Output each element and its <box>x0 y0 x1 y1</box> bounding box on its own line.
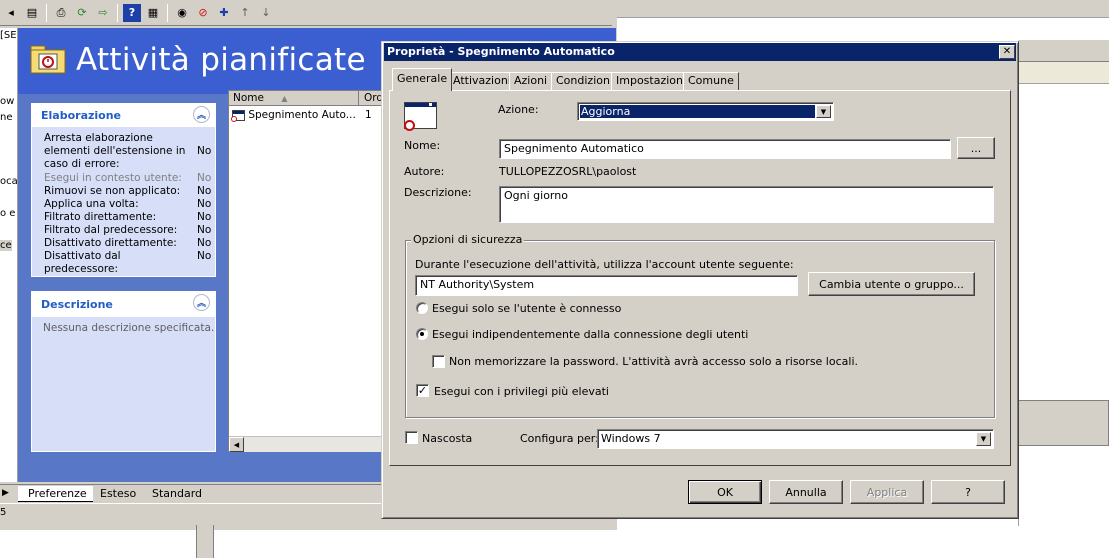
collapse-icon[interactable]: ︽ <box>193 106 210 123</box>
column-header-name[interactable]: Nome ▲ <box>229 91 359 106</box>
list-header: Nome ▲ Ord <box>229 91 383 106</box>
section-title: Descrizione <box>41 297 113 311</box>
collapse-icon[interactable]: ︽ <box>193 294 210 311</box>
scroll-left-icon[interactable]: ◀ <box>229 437 244 452</box>
toolbar-separator <box>167 3 168 22</box>
info-row: Arresta elaborazione elementi dell'esten… <box>44 132 212 170</box>
background-window-edge <box>1018 40 1109 62</box>
background-window-edge <box>1018 62 1109 84</box>
help-icon[interactable]: ? <box>123 3 141 22</box>
run-icon[interactable]: ◉ <box>173 4 191 22</box>
tab-scroll-icon[interactable]: ▶ <box>2 486 9 502</box>
chevron-down-icon[interactable]: ▼ <box>976 432 991 446</box>
tree-fragment: o e <box>0 208 16 219</box>
chevron-down-icon[interactable]: ▼ <box>816 105 831 118</box>
tab-triggers[interactable]: Attivazioni <box>448 72 516 90</box>
ok-button[interactable]: OK <box>688 480 762 504</box>
cancel-button[interactable]: Annulla <box>769 480 843 504</box>
account-prompt: Durante l'esecuzione dell'attività, util… <box>415 258 794 271</box>
up-icon[interactable]: ↑ <box>236 4 254 22</box>
status-text: 5 <box>0 507 7 518</box>
name-label: Nome: <box>404 139 441 152</box>
properties-icon[interactable]: ▤ <box>23 4 41 22</box>
description-section-header[interactable]: Descrizione ︽ <box>31 291 216 317</box>
toolbar: ◂ ▤ ⎙ ⟳ ⇨ ? ▦ ◉ ⊘ ✚ ↑ ↓ <box>0 0 612 26</box>
toolbar-separator <box>46 3 47 22</box>
configure-for-value: Windows 7 <box>601 432 661 445</box>
description-label: Descrizione: <box>404 186 472 199</box>
export-icon[interactable]: ⇨ <box>94 4 112 22</box>
apply-button[interactable]: Applica <box>850 480 924 504</box>
task-name: Spegnimento Auto... <box>248 109 356 121</box>
author-value: TULLOPEZZOSRL\paolost <box>499 165 637 178</box>
action-select[interactable]: Aggiorna ▼ <box>577 102 834 121</box>
action-select-value: Aggiorna <box>580 105 815 118</box>
tab-conditions[interactable]: Condizioni <box>551 72 619 90</box>
tree-fragment: [SE <box>0 30 17 41</box>
tree-fragment: ne <box>0 112 13 123</box>
configure-for-select[interactable]: Windows 7 ▼ <box>597 429 994 449</box>
print-icon[interactable]: ⎙ <box>52 4 70 22</box>
refresh-icon[interactable]: ⟳ <box>73 4 91 22</box>
description-text: Nessuna descrizione specificata. <box>43 322 215 334</box>
hidden-label[interactable]: Nascosta <box>422 432 472 445</box>
configure-for-label: Configura per: <box>520 432 599 445</box>
page-title: Attività pianificate <box>76 42 366 78</box>
tab-extended[interactable]: Esteso <box>96 486 136 502</box>
security-options-label: Opzioni di sicurezza <box>411 233 525 246</box>
highest-privileges-label[interactable]: Esegui con i privilegi più elevati <box>434 385 609 398</box>
task-list <box>228 90 383 452</box>
author-label: Autore: <box>404 165 445 178</box>
action-label: Azione: <box>498 103 539 116</box>
section-title: Elaborazione <box>41 108 122 122</box>
help-button[interactable]: ? <box>931 480 1005 504</box>
scheduled-tasks-folder-icon <box>30 45 66 74</box>
tab-settings[interactable]: Impostazioni <box>611 72 692 90</box>
sort-ascending-icon: ▲ <box>281 94 288 103</box>
horizontal-scrollbar[interactable]: ◀ <box>229 436 383 452</box>
close-icon[interactable]: ✕ <box>999 45 1015 59</box>
account-field[interactable]: NT Authority\System <box>415 275 798 296</box>
view-icon[interactable]: ▦ <box>144 4 162 22</box>
radio-run-only-logged-on[interactable] <box>416 302 428 314</box>
tab-common[interactable]: Comune <box>683 72 739 90</box>
no-store-password-label[interactable]: Non memorizzare la password. L'attività … <box>449 355 858 368</box>
background-window-edge <box>1018 446 1109 526</box>
list-item[interactable]: Spegnimento Auto... 1 <box>231 109 382 124</box>
back-icon[interactable]: ◂ <box>2 4 20 22</box>
dialog-titlebar[interactable]: Proprietà - Spegnimento Automatico <box>384 43 1016 61</box>
no-store-password-checkbox[interactable] <box>432 355 445 368</box>
radio-run-always-label[interactable]: Esegui indipendentemente dalla connessio… <box>432 328 748 341</box>
add-icon[interactable]: ✚ <box>215 4 233 22</box>
stop-icon[interactable]: ⊘ <box>194 4 212 22</box>
task-order: 1 <box>365 109 372 121</box>
tree-pane: [SE ow ne oca o e ce <box>0 28 18 482</box>
tab-general[interactable]: Generale <box>392 68 453 91</box>
description-field[interactable]: Ogni giorno <box>499 186 994 223</box>
tab-preferences[interactable]: Preferenze <box>18 486 93 502</box>
tab-standard[interactable]: Standard <box>148 486 202 502</box>
scheduled-task-large-icon <box>404 102 437 131</box>
scheduled-task-icon <box>231 109 245 122</box>
tree-fragment: ow <box>0 96 15 107</box>
name-field[interactable]: Spegnimento Automatico <box>499 139 951 159</box>
change-user-button[interactable]: Cambia utente o gruppo... <box>808 272 975 296</box>
tree-fragment: ce <box>0 240 12 251</box>
down-icon[interactable]: ↓ <box>257 4 275 22</box>
radio-run-always[interactable] <box>416 328 428 340</box>
background-window-edge <box>196 525 214 558</box>
hidden-checkbox[interactable] <box>405 431 418 444</box>
background-window-edge <box>617 0 1109 18</box>
radio-run-only-logged-on-label[interactable]: Esegui solo se l'utente è connesso <box>432 302 621 315</box>
tree-fragment: oca <box>0 176 18 187</box>
highest-privileges-checkbox[interactable]: ✓ <box>416 384 429 397</box>
processing-section-header[interactable]: Elaborazione ︽ <box>31 103 216 127</box>
tab-actions[interactable]: Azioni <box>509 72 553 90</box>
toolbar-separator <box>117 3 118 22</box>
processing-section: Arresta elaborazione elementi dell'esten… <box>31 103 216 277</box>
browse-button[interactable]: ... <box>957 137 995 159</box>
background-window-edge <box>1018 400 1109 446</box>
